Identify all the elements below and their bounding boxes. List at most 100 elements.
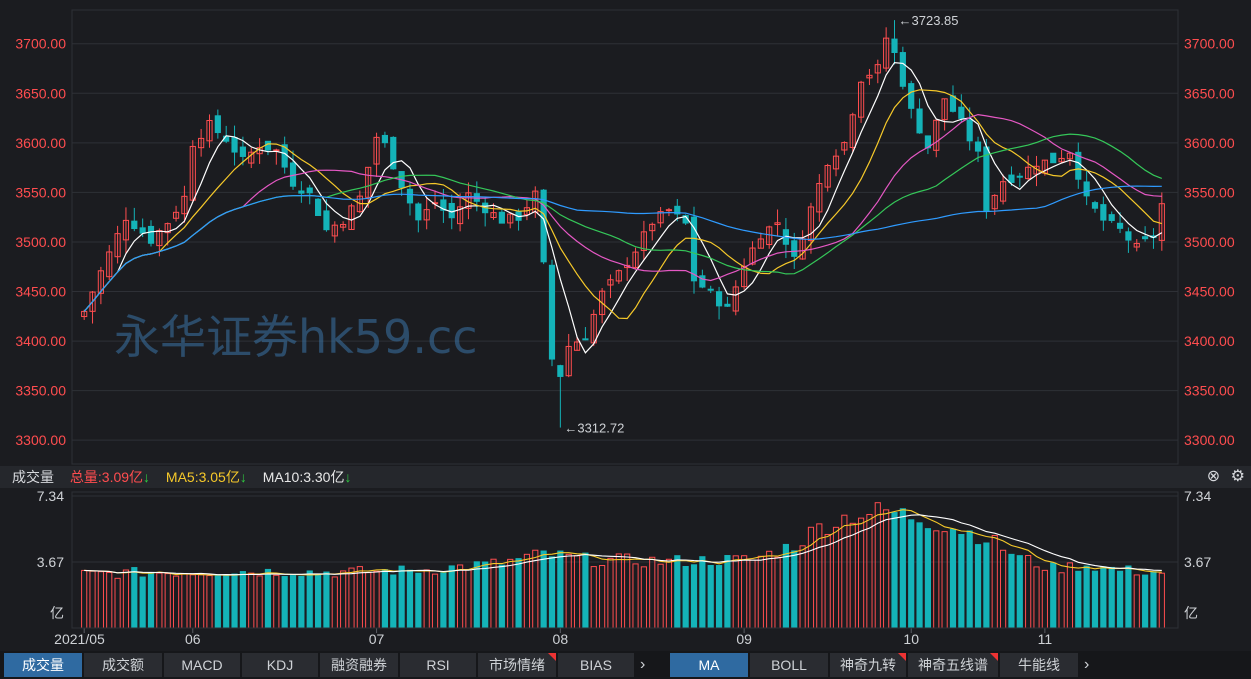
candle-body[interactable] [448,202,455,219]
volume-bar[interactable] [682,565,689,629]
volume-bar[interactable] [824,533,831,629]
volume-bar[interactable] [398,565,405,629]
candle-body[interactable] [314,198,322,217]
volume-bar[interactable] [557,550,564,629]
tab-turnover[interactable]: 成交额 [84,653,162,677]
candlesticks[interactable] [81,20,1165,428]
volume-bars[interactable] [81,502,1165,629]
candle-body[interactable] [306,187,313,194]
candle-body[interactable] [1091,202,1099,209]
volume-bar[interactable] [231,573,238,629]
volume-bar[interactable] [89,570,96,629]
candle-body[interactable] [908,83,915,109]
volume-bar[interactable] [356,566,363,629]
volume-bar[interactable] [757,555,764,629]
volume-bar[interactable] [507,558,514,629]
volume-bar[interactable] [172,575,180,629]
volume-bar[interactable] [590,566,597,629]
tab-kdj[interactable]: KDJ [242,653,318,677]
volume-bar[interactable] [657,563,664,629]
candle-body[interactable] [665,209,673,212]
candle-body[interactable] [1125,231,1132,241]
candle-body[interactable] [916,108,923,134]
volume-bar[interactable] [256,575,263,629]
volume-bar[interactable] [916,522,923,629]
volume-bar[interactable] [1050,562,1057,629]
volume-bar[interactable] [582,552,589,629]
candle-body[interactable] [406,188,414,204]
volume-bar[interactable] [857,517,865,629]
volume-bar[interactable] [766,550,773,629]
volume-bar[interactable] [573,555,581,629]
volume-bar[interactable] [949,528,957,629]
volume-bar[interactable] [1108,566,1115,629]
candle-body[interactable] [548,264,556,360]
volume-bar[interactable] [866,514,873,629]
volume-bar[interactable] [189,574,196,629]
candle-body[interactable] [899,52,906,87]
volume-bar[interactable] [715,565,723,629]
tab-magic-five-lines[interactable]: 神奇五线谱 [908,653,998,677]
candle-body[interactable] [891,38,898,54]
volume-bar[interactable] [749,559,756,629]
volume-bar[interactable] [490,558,497,629]
volume-bar[interactable] [273,574,280,629]
volume-bar[interactable] [640,566,647,629]
volume-bar[interactable] [465,569,472,629]
candle-body[interactable] [974,141,982,152]
volume-bar[interactable] [615,553,622,629]
volume-bar[interactable] [181,573,188,629]
volume-bar[interactable] [732,555,739,629]
volume-bar[interactable] [958,533,965,629]
volume-bar[interactable] [448,565,455,629]
tab-magic-nine[interactable]: 神奇九转 [830,653,906,677]
volume-bar[interactable] [874,502,881,629]
volume-bar[interactable] [1142,574,1149,629]
volume-bar[interactable] [1066,562,1074,629]
volume-bar[interactable] [264,568,272,629]
volume-bar[interactable] [1100,566,1107,629]
candle-body[interactable] [1016,175,1023,178]
tab-bias[interactable]: BIAS [558,653,634,677]
volume-bar[interactable] [81,569,88,629]
volume-bar[interactable] [991,534,998,629]
volume-bar[interactable] [390,574,397,629]
volume-bar[interactable] [122,569,130,629]
volume-bar[interactable] [699,556,706,629]
candle-body[interactable] [690,216,698,282]
volume-bar[interactable] [97,571,104,629]
volume-bar[interactable] [607,557,614,629]
volume-bar[interactable] [1091,570,1099,629]
volume-bar[interactable] [1033,566,1040,629]
volume-bar[interactable] [1025,555,1032,629]
volume-bar[interactable] [156,572,163,629]
volume-bar[interactable] [899,508,906,629]
volume-bar[interactable] [1158,572,1165,629]
volume-bar[interactable] [498,564,505,629]
volume-bar[interactable] [849,522,856,629]
volume-bar[interactable] [966,530,973,629]
volume-bar[interactable] [632,563,639,629]
volume-bar[interactable] [314,573,322,629]
tab-rsi[interactable]: RSI [400,653,476,677]
volume-bar[interactable] [523,553,531,629]
chevron-right-icon[interactable]: › [640,653,645,677]
volume-bar[interactable] [565,553,572,629]
volume-bar[interactable] [974,544,982,629]
candle-body[interactable] [724,303,731,307]
volume-bar[interactable] [440,572,447,629]
volume-bar[interactable] [281,576,288,629]
candle-body[interactable] [239,146,246,157]
volume-bar[interactable] [791,550,798,629]
candle-body[interactable] [958,106,965,119]
tab-sentiment[interactable]: 市场情绪 [478,653,556,677]
volume-bar[interactable] [406,569,414,629]
volume-bar[interactable] [774,556,781,629]
close-icon[interactable]: ⊗ [1207,468,1220,485]
volume-bar[interactable] [724,555,731,629]
candle-body[interactable] [415,203,422,221]
volume-bar[interactable] [223,574,230,629]
volume-bar[interactable] [482,561,489,629]
volume-bar[interactable] [1041,569,1048,629]
volume-bar[interactable] [665,558,673,629]
